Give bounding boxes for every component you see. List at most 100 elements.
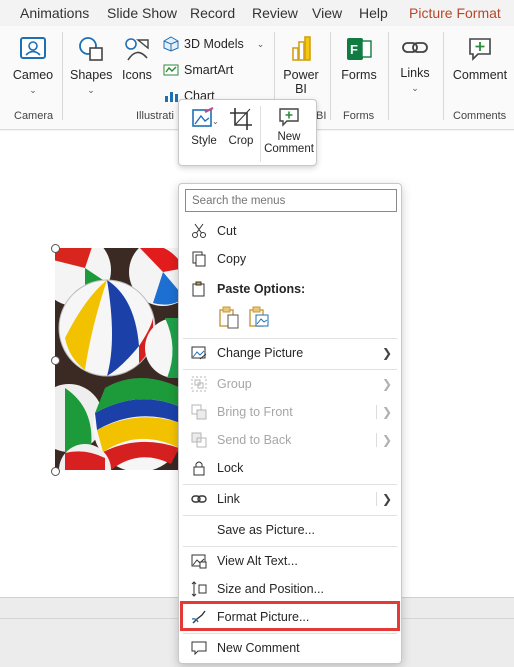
menu-item-group[interactable]: Group ❯	[179, 371, 401, 397]
beach-balls-image	[55, 248, 179, 470]
save-as-picture-label: Save as Picture...	[217, 523, 315, 537]
comment-button[interactable]: Comment	[450, 34, 510, 82]
bring-to-front-icon	[190, 403, 208, 421]
format-picture-highlight	[180, 601, 400, 631]
crop-button[interactable]: Crop	[225, 106, 257, 147]
menu-item-link[interactable]: Link ❯	[179, 486, 401, 512]
bring-to-front-label: Bring to Front	[217, 405, 293, 419]
smartart-icon	[163, 64, 179, 76]
new-comment-icon	[279, 108, 299, 127]
paste-options-row	[218, 306, 270, 335]
new-comment-label-2: Comment	[264, 143, 314, 155]
resize-handle-top-left[interactable]	[51, 244, 60, 253]
resize-handle-middle-left[interactable]	[51, 356, 60, 365]
new-comment-mini-button[interactable]: New Comment	[261, 106, 317, 155]
tab-animations[interactable]: Animations	[20, 5, 89, 21]
resize-handle-bottom-left[interactable]	[51, 467, 60, 476]
comment-icon	[190, 639, 208, 657]
paste-keep-formatting-icon[interactable]	[218, 306, 240, 335]
link-label: Link	[217, 492, 240, 506]
crop-label: Crop	[228, 135, 254, 147]
menu-item-size-and-position[interactable]: Size and Position...	[179, 576, 401, 602]
paste-as-picture-icon[interactable]	[248, 306, 270, 335]
chevron-down-icon: ⌄	[411, 83, 419, 93]
menu-item-cut[interactable]: Cut	[179, 218, 401, 244]
style-button[interactable]: ⌄ Style	[186, 106, 222, 147]
tab-slide-show[interactable]: Slide Show	[107, 5, 177, 21]
shapes-icon	[79, 37, 103, 61]
power-bi-group-label: BI	[316, 110, 327, 122]
split-divider	[376, 433, 377, 447]
shapes-label: Shapes	[70, 68, 113, 82]
cameo-button[interactable]: Cameo ⌄	[10, 34, 56, 96]
chevron-down-icon: ⌄	[29, 85, 37, 95]
menu-separator	[183, 546, 397, 547]
chevron-right-icon: ❯	[381, 433, 392, 447]
copy-label: Copy	[217, 252, 247, 266]
size-and-position-label: Size and Position...	[217, 582, 325, 596]
mini-toolbar: ⌄ Style Crop New Comment	[178, 99, 317, 166]
links-button[interactable]: Links ⌄	[394, 34, 436, 94]
smartart-button[interactable]: SmartArt	[163, 62, 233, 78]
paste-options-label: Paste Options:	[217, 282, 306, 296]
menu-item-bring-to-front[interactable]: Bring to Front ❯	[179, 399, 401, 425]
3d-models-button[interactable]: 3D Models ⌄	[163, 36, 264, 52]
chevron-right-icon: ❯	[381, 377, 392, 391]
new-comment-label-1: New	[277, 131, 301, 143]
menu-search-input[interactable]	[185, 189, 397, 212]
icons-button[interactable]: Icons	[118, 34, 156, 82]
chevron-down-icon: ⌄	[87, 85, 95, 95]
new-comment-label: New Comment	[217, 641, 300, 655]
tab-view[interactable]: View	[312, 5, 342, 21]
ribbon-divider	[388, 32, 389, 120]
group-icon	[190, 375, 208, 393]
power-bi-label-1: Power	[283, 68, 319, 82]
tab-picture-format[interactable]: Picture Format	[409, 5, 501, 21]
chevron-down-icon: ⌄	[256, 38, 265, 49]
power-bi-icon	[292, 36, 311, 61]
ribbon-divider	[443, 32, 444, 120]
cube-icon	[163, 36, 179, 52]
split-divider	[376, 405, 377, 419]
icons-label: Icons	[122, 68, 152, 82]
menu-item-save-as-picture[interactable]: Save as Picture...	[179, 517, 401, 543]
picture-style-icon: ⌄	[192, 107, 219, 127]
menu-separator	[183, 338, 397, 339]
menu-separator	[183, 369, 397, 370]
forms-group-label: Forms	[343, 110, 375, 122]
forms-icon: F	[347, 38, 372, 60]
3d-models-label: 3D Models	[184, 37, 244, 51]
split-divider	[376, 492, 377, 506]
icons-icon	[125, 38, 149, 61]
shapes-button[interactable]: Shapes ⌄	[70, 34, 112, 96]
style-label: Style	[191, 135, 217, 147]
context-menu: Cut Copy Paste Options: Change Picture ❯…	[178, 183, 402, 664]
send-to-back-label: Send to Back	[217, 433, 292, 447]
comment-label: Comment	[452, 68, 508, 82]
tab-review[interactable]: Review	[252, 5, 298, 21]
paste-options-header: Paste Options:	[179, 276, 401, 302]
menu-item-change-picture[interactable]: Change Picture ❯	[179, 340, 401, 366]
menu-separator	[183, 484, 397, 485]
menu-item-new-comment[interactable]: New Comment	[179, 635, 401, 661]
illustrations-group-label: Illustrati	[136, 110, 174, 122]
tab-help[interactable]: Help	[359, 5, 388, 21]
lock-label: Lock	[217, 461, 244, 475]
tab-record[interactable]: Record	[190, 5, 235, 21]
power-bi-button[interactable]: Power BI	[280, 34, 322, 96]
menu-item-copy[interactable]: Copy	[179, 246, 401, 272]
scissors-icon	[190, 222, 208, 240]
links-label: Links	[400, 66, 430, 80]
size-position-icon	[190, 580, 208, 598]
copy-icon	[190, 250, 208, 268]
ribbon-divider	[330, 32, 331, 120]
forms-button[interactable]: F Forms	[338, 34, 380, 82]
slide-picture[interactable]	[55, 248, 179, 470]
ribbon-divider	[62, 32, 63, 120]
menu-item-view-alt-text[interactable]: View Alt Text...	[179, 548, 401, 574]
cameo-icon	[20, 37, 46, 59]
menu-item-send-to-back[interactable]: Send to Back ❯	[179, 427, 401, 453]
crop-icon	[230, 108, 252, 130]
menu-item-lock[interactable]: Lock	[179, 455, 401, 481]
cut-label: Cut	[217, 224, 237, 238]
